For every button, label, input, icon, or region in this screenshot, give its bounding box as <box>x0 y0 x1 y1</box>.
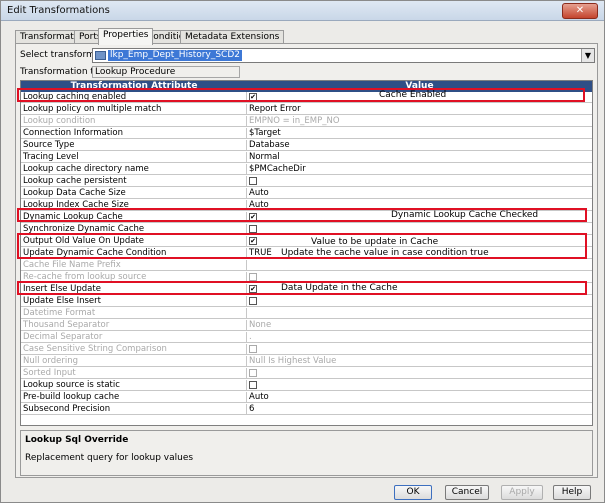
description-title: Lookup Sql Override <box>25 435 129 445</box>
select-transformation-dropdown[interactable]: lkp_Emp_Dept_History_SCD2 ▼ <box>92 48 595 63</box>
property-row[interactable]: Connection Information $Target <box>21 128 592 139</box>
window-title: Edit Transformations <box>7 5 110 16</box>
property-name: Source Type <box>21 140 247 151</box>
property-name: Tracing Level <box>21 152 247 163</box>
annotation-condition-true: Update the cache value in case condition… <box>281 248 489 258</box>
checkbox-unchecked-icon <box>249 345 257 353</box>
annotation-data-update: Data Update in the Cache <box>281 283 398 293</box>
property-row[interactable]: Datetime Format <box>21 308 592 319</box>
checkbox-unchecked-icon <box>249 369 257 377</box>
property-name: Subsecond Precision <box>21 404 247 415</box>
title-bar: Edit Transformations ✕ <box>1 1 604 21</box>
property-name: Connection Information <box>21 128 247 139</box>
property-name: Case Sensitive String Comparison <box>21 344 247 355</box>
property-row[interactable]: Update Else Insert <box>21 296 592 307</box>
ok-button[interactable]: OK <box>394 485 432 500</box>
property-name: Lookup source is static <box>21 380 247 391</box>
selected-transformation: lkp_Emp_Dept_History_SCD2 <box>108 50 242 61</box>
property-row[interactable]: Null ordering Null Is Highest Value <box>21 356 592 367</box>
lookup-transformation-icon <box>95 51 106 60</box>
property-name: Lookup Data Cache Size <box>21 188 247 199</box>
property-value[interactable]: $Target <box>247 128 592 139</box>
tab-properties[interactable]: Properties <box>98 28 154 45</box>
property-value[interactable]: Auto <box>247 392 592 403</box>
property-value: None <box>249 320 272 330</box>
property-value-checkbox-cell <box>247 368 592 379</box>
annotation-cache-enabled: Cache Enabled <box>379 90 447 100</box>
property-name: Thousand Separator <box>21 320 247 331</box>
property-name: Lookup cache persistent <box>21 176 247 187</box>
property-name: Sorted Input <box>21 368 247 379</box>
cancel-button[interactable]: Cancel <box>445 485 489 500</box>
property-value-checkbox-cell[interactable] <box>247 176 592 187</box>
checkbox-unchecked-icon[interactable] <box>249 225 257 233</box>
property-row[interactable]: Lookup condition EMPNO = in_EMP_NO <box>21 116 592 127</box>
property-row[interactable]: Subsecond Precision 6 <box>21 404 592 415</box>
apply-button[interactable]: Apply <box>501 485 543 500</box>
property-value <box>247 308 592 319</box>
tab-metadata-extensions[interactable]: Metadata Extensions <box>180 30 285 44</box>
property-value: . <box>249 332 252 342</box>
property-name: Lookup cache directory name <box>21 164 247 175</box>
property-row[interactable]: Pre-build lookup cache Auto <box>21 392 592 403</box>
property-value[interactable]: Database <box>247 140 592 151</box>
property-name: Lookup condition <box>21 116 247 127</box>
property-name: Update Else Insert <box>21 296 247 307</box>
property-value[interactable]: Normal <box>247 152 592 163</box>
property-name: Pre-build lookup cache <box>21 392 247 403</box>
properties-panel: Select transformation: lkp_Emp_Dept_Hist… <box>15 43 598 478</box>
transformation-type-value: Lookup Procedure <box>92 66 240 78</box>
annotation-dynamic-checked: Dynamic Lookup Cache Checked <box>391 210 539 220</box>
property-value: EMPNO = in_EMP_NO <box>249 116 340 126</box>
property-name: Datetime Format <box>21 308 247 319</box>
property-row[interactable]: Lookup cache persistent <box>21 176 592 187</box>
property-value <box>247 260 592 271</box>
property-row[interactable]: Sorted Input <box>21 368 592 379</box>
checkbox-unchecked-icon[interactable] <box>249 297 257 305</box>
property-row[interactable]: Thousand Separator None <box>21 320 592 331</box>
property-value[interactable]: Report Error <box>247 104 592 115</box>
edit-transformations-dialog: Edit Transformations ✕ Transformation Po… <box>0 0 605 503</box>
property-row[interactable]: Source Type Database <box>21 140 592 151</box>
chevron-down-icon[interactable]: ▼ <box>581 49 594 62</box>
property-row[interactable]: Lookup cache directory name $PMCacheDir <box>21 164 592 175</box>
property-row[interactable]: Tracing Level Normal <box>21 152 592 163</box>
property-row[interactable]: Decimal Separator. <box>21 332 592 343</box>
property-value[interactable]: Auto <box>247 188 592 199</box>
property-value-checkbox-cell[interactable] <box>247 380 592 391</box>
checkbox-unchecked-icon[interactable] <box>249 177 257 185</box>
description-panel: Lookup Sql Override Replacement query fo… <box>20 430 593 476</box>
checkbox-unchecked-icon <box>249 273 257 281</box>
close-icon: ✕ <box>575 5 585 16</box>
property-value-checkbox-cell[interactable] <box>247 296 592 307</box>
close-button[interactable]: ✕ <box>562 3 598 19</box>
property-value[interactable]: 6 <box>247 404 592 415</box>
property-row[interactable]: Case Sensitive String Comparison <box>21 344 592 355</box>
annotation-old-value: Value to be update in Cache <box>311 237 439 247</box>
help-button[interactable]: Help <box>553 485 591 500</box>
property-value[interactable]: $PMCacheDir <box>247 164 592 175</box>
property-name: Cache File Name Prefix <box>21 260 247 271</box>
highlight-caching-enabled <box>17 88 585 102</box>
property-name: Lookup policy on multiple match <box>21 104 247 115</box>
property-value: Null Is Highest Value <box>249 356 337 366</box>
property-value-checkbox-cell <box>247 344 592 355</box>
property-row[interactable]: Lookup policy on multiple match Report Er… <box>21 104 592 115</box>
property-name: Null ordering <box>21 356 247 367</box>
property-row[interactable]: Lookup Data Cache Size Auto <box>21 188 592 199</box>
property-name: Decimal Separator <box>21 332 247 343</box>
property-row[interactable]: Lookup source is static <box>21 380 592 391</box>
checkbox-unchecked-icon[interactable] <box>249 381 257 389</box>
property-row[interactable]: Cache File Name Prefix <box>21 260 592 271</box>
description-text: Replacement query for lookup values <box>25 453 194 463</box>
